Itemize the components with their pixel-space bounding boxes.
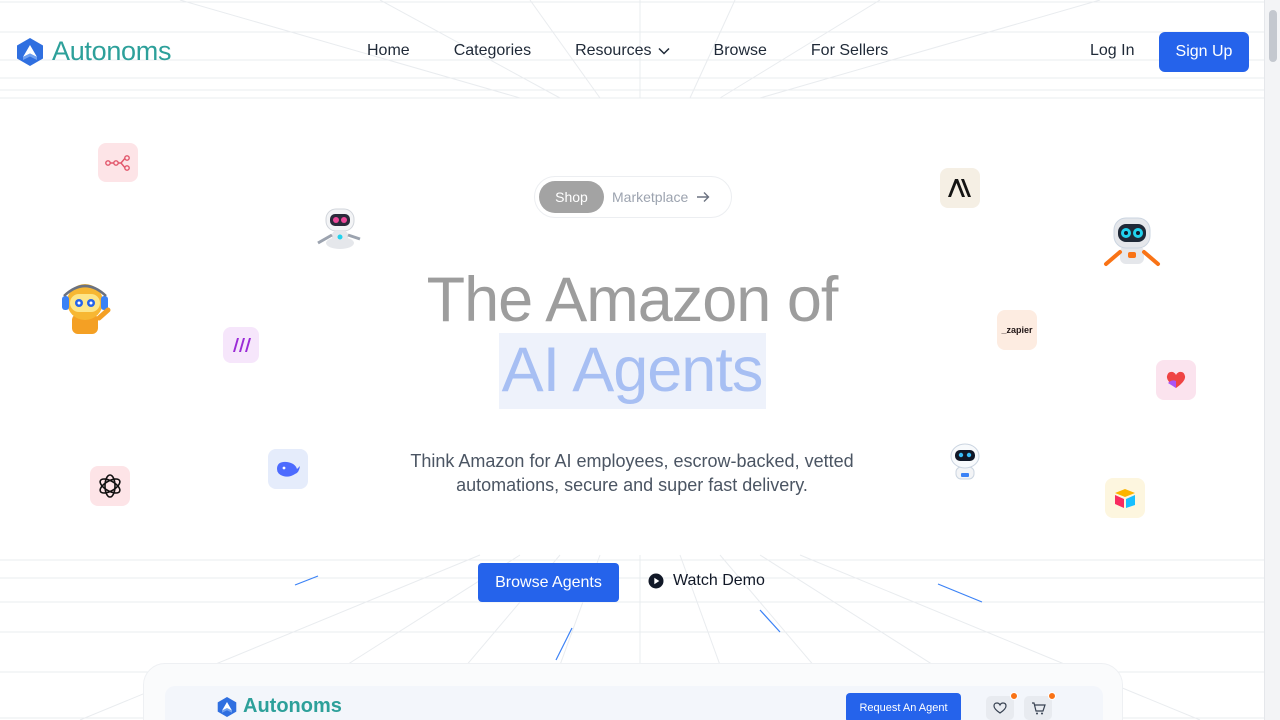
shop-marketplace-toggle: Shop Marketplace <box>534 176 732 218</box>
zapier-icon: _zapier <box>997 310 1037 350</box>
heart-icon <box>993 702 1007 714</box>
robot-yellow-icon <box>56 280 114 336</box>
robot-blue-icon <box>1100 212 1164 268</box>
login-link[interactable]: Log In <box>1090 42 1134 60</box>
deepseek-icon <box>268 449 308 489</box>
wishlist-badge <box>1010 692 1018 700</box>
page-scrollbar[interactable] <box>1264 0 1280 720</box>
dashboard-preview: Autonoms Request An Agent <box>143 663 1123 720</box>
preview-header: Autonoms Request An Agent <box>165 686 1103 720</box>
watch-demo-button[interactable]: Watch Demo <box>648 572 765 590</box>
top-nav: Autonoms Home Categories Resources Brows… <box>0 30 1264 74</box>
nav-resources[interactable]: Resources <box>575 42 670 60</box>
wishlist-button[interactable] <box>986 692 1018 720</box>
nav-categories[interactable]: Categories <box>454 42 531 60</box>
cart-button[interactable] <box>1024 692 1056 720</box>
brand-name: Autonoms <box>52 36 172 66</box>
play-circle-icon <box>648 573 664 589</box>
nav-links: Home Categories Resources Browse For Sel… <box>367 42 932 60</box>
signup-button[interactable]: Sign Up <box>1159 32 1249 72</box>
airtable-icon <box>1105 478 1145 518</box>
robot-white-icon <box>944 441 986 481</box>
hero-subtitle-line1: Think Amazon for AI employees, escrow-ba… <box>410 451 854 471</box>
browse-agents-button[interactable]: Browse Agents <box>478 563 619 602</box>
heart-app-icon <box>1156 360 1196 400</box>
nav-resources-label: Resources <box>575 42 652 59</box>
scrollbar-thumb[interactable] <box>1269 10 1277 62</box>
anthropic-icon <box>940 168 980 208</box>
openai-icon <box>90 466 130 506</box>
zapier-text: _zapier <box>1001 325 1033 335</box>
watch-demo-label: Watch Demo <box>673 572 765 589</box>
request-agent-button[interactable]: Request An Agent <box>846 693 961 720</box>
hero-subtitle-line2: automations, secure and super fast deliv… <box>456 475 808 495</box>
shop-tab[interactable]: Shop <box>539 181 604 213</box>
robot-pink-icon <box>312 205 366 249</box>
arrow-right-icon <box>696 191 710 203</box>
make-icon <box>223 327 259 363</box>
hero-subtitle: Think Amazon for AI employees, escrow-ba… <box>0 449 1264 497</box>
preview-brand: Autonoms <box>217 695 342 718</box>
cart-badge <box>1048 692 1056 700</box>
marketplace-tab[interactable]: Marketplace <box>612 189 688 205</box>
nav-for-sellers[interactable]: For Sellers <box>811 42 888 60</box>
nav-browse[interactable]: Browse <box>714 42 767 60</box>
hero-title-line2: AI Agents <box>501 335 764 405</box>
chevron-down-icon <box>658 47 670 55</box>
cart-icon <box>1031 701 1046 714</box>
hero-title-line1: The Amazon of <box>426 265 839 335</box>
workflow-icon <box>98 143 138 182</box>
brand-logo[interactable]: Autonoms <box>16 36 171 67</box>
autonoms-logo-icon <box>17 37 43 66</box>
preview-brand-name: Autonoms <box>243 695 342 717</box>
nav-home[interactable]: Home <box>367 42 410 60</box>
autonoms-logo-icon <box>217 696 237 717</box>
